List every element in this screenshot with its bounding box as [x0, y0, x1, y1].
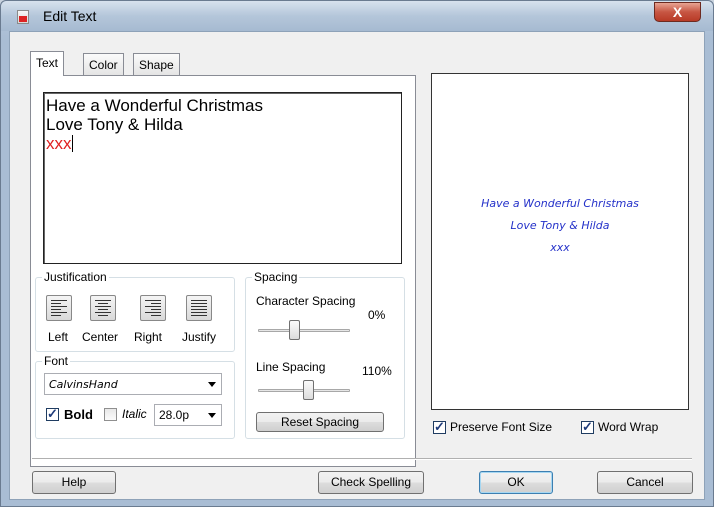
font-group: Font CalvinsHand Bold Italic 28.0p — [35, 354, 235, 439]
app-document-icon — [17, 10, 29, 24]
font-family-value: CalvinsHand — [49, 378, 118, 391]
tab-shape[interactable]: Shape — [133, 53, 180, 75]
text-caret — [71, 135, 73, 152]
character-spacing-slider[interactable] — [289, 320, 301, 340]
character-spacing-track — [258, 329, 350, 332]
align-left-label: Left — [48, 330, 69, 344]
preserve-font-size-label: Preserve Font Size — [450, 420, 553, 434]
font-size-select[interactable]: 28.0p — [154, 404, 222, 426]
align-right-label: Right — [134, 330, 163, 344]
align-left-button[interactable] — [46, 295, 72, 321]
preview-line-3: xxx — [550, 241, 570, 254]
character-spacing-label: Character Spacing — [256, 294, 356, 308]
justification-group: Justification Left Center Right Justify — [35, 270, 235, 352]
line-spacing-label: Line Spacing — [256, 360, 326, 374]
editor-line-1: Have a Wonderful Christmas — [46, 96, 263, 115]
ok-button[interactable]: OK — [479, 471, 553, 494]
close-button[interactable]: X — [654, 2, 701, 22]
preview-line-2: Love Tony & Hilda — [510, 219, 610, 232]
preserve-font-size-checkbox[interactable] — [433, 419, 446, 435]
align-center-button[interactable] — [90, 295, 116, 321]
italic-label: Italic — [122, 407, 147, 421]
text-editor[interactable]: Have a Wonderful Christmas Love Tony & H… — [43, 92, 402, 264]
word-wrap-checkbox[interactable] — [581, 419, 594, 435]
align-right-icon — [145, 300, 161, 316]
character-spacing-value: 0% — [368, 308, 386, 322]
cancel-button[interactable]: Cancel — [597, 471, 693, 494]
align-justify-button[interactable] — [186, 295, 212, 321]
align-justify-label: Justify — [182, 330, 217, 344]
editor-line-3: xxx — [46, 134, 72, 153]
bold-label: Bold — [64, 407, 93, 422]
chevron-down-icon — [208, 382, 216, 387]
chevron-down-icon — [208, 413, 216, 418]
tab-color[interactable]: Color — [83, 53, 124, 75]
word-wrap-label: Word Wrap — [598, 420, 659, 434]
text-tab-panel: Have a Wonderful Christmas Love Tony & H… — [30, 75, 416, 467]
dialog-body: Text Color Shape Have a Wonderful Christ… — [9, 31, 705, 500]
align-center-label: Center — [82, 330, 119, 344]
text-preview: Have a Wonderful Christmas Love Tony & H… — [431, 73, 689, 410]
separator — [32, 458, 692, 460]
editor-line-2: Love Tony & Hilda — [46, 115, 183, 134]
bold-checkbox[interactable] — [46, 406, 59, 422]
window-title: Edit Text — [43, 8, 97, 24]
font-label: Font — [42, 354, 71, 368]
justification-label: Justification — [42, 270, 109, 284]
align-right-button[interactable] — [140, 295, 166, 321]
align-justify-icon — [191, 300, 207, 316]
edit-text-dialog: Edit Text X Text Color Shape Have a Wond… — [0, 0, 714, 507]
spacing-label: Spacing — [252, 270, 300, 284]
align-left-icon — [51, 300, 67, 316]
align-center-icon — [95, 300, 111, 316]
font-family-select[interactable]: CalvinsHand — [44, 373, 222, 395]
spacing-group: Spacing Character Spacing 0% Line Spacin… — [245, 270, 405, 439]
line-spacing-value: 110% — [362, 364, 392, 378]
title-bar[interactable]: Edit Text X — [1, 1, 713, 31]
preview-line-1: Have a Wonderful Christmas — [481, 197, 639, 210]
font-size-value: 28.0p — [159, 408, 190, 422]
reset-spacing-button[interactable]: Reset Spacing — [256, 412, 384, 432]
line-spacing-slider[interactable] — [303, 380, 315, 400]
tab-text[interactable]: Text — [30, 51, 65, 76]
check-spelling-button[interactable]: Check Spelling — [318, 471, 424, 494]
help-button[interactable]: Help — [32, 471, 116, 494]
italic-checkbox[interactable] — [104, 408, 117, 421]
